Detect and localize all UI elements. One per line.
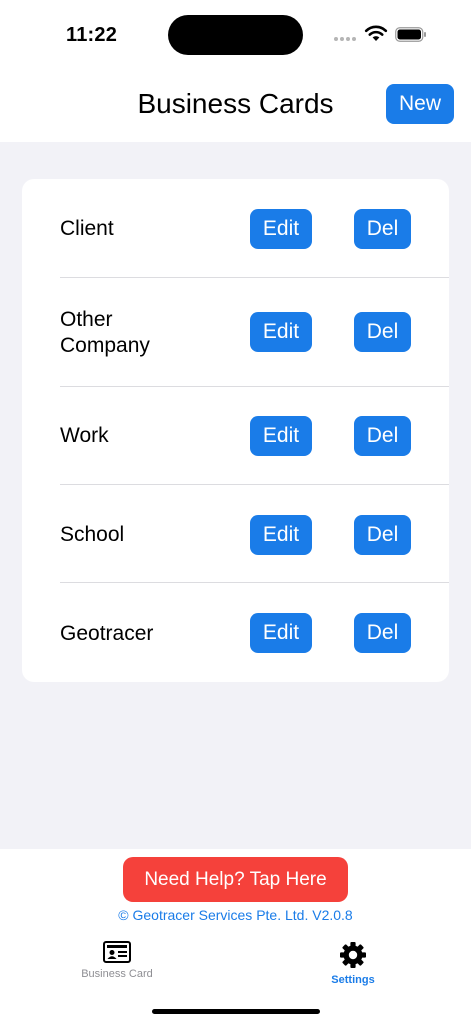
screen: 11:22 Business Cards New Client Edit Del… bbox=[0, 0, 471, 1024]
tab-label: Business Card bbox=[81, 968, 153, 980]
tab-business-card[interactable]: Business Card bbox=[57, 941, 177, 980]
battery-icon bbox=[395, 27, 426, 42]
new-card-button[interactable]: New bbox=[386, 84, 454, 124]
id-card-icon bbox=[103, 941, 131, 963]
footer: Need Help? Tap Here © Geotracer Services… bbox=[0, 849, 471, 1024]
delete-card-button[interactable]: Del bbox=[354, 312, 411, 352]
card-name: Client bbox=[60, 217, 114, 240]
copyright-text: © Geotracer Services Pte. Ltd. V2.0.8 bbox=[118, 907, 353, 923]
navigation-bar: Business Cards New bbox=[0, 70, 471, 142]
dynamic-island bbox=[168, 15, 303, 55]
card-row-school: School Edit Del bbox=[22, 485, 449, 583]
status-bar: 11:22 bbox=[0, 0, 471, 70]
edit-card-button[interactable]: Edit bbox=[250, 515, 312, 555]
edit-card-button[interactable]: Edit bbox=[250, 613, 312, 653]
business-card-list: Client Edit Del Other Company Edit Del W… bbox=[22, 179, 449, 682]
cellular-signal-icon bbox=[334, 37, 356, 41]
card-row-client: Client Edit Del bbox=[22, 179, 449, 278]
delete-card-button[interactable]: Del bbox=[354, 416, 411, 456]
delete-card-button[interactable]: Del bbox=[354, 209, 411, 249]
edit-card-button[interactable]: Edit bbox=[250, 209, 312, 249]
card-row-other-company: Other Company Edit Del bbox=[22, 278, 449, 387]
card-name: Other Company bbox=[60, 308, 150, 357]
tab-settings[interactable]: Settings bbox=[293, 941, 413, 986]
card-name: Work bbox=[60, 424, 109, 447]
edit-card-button[interactable]: Edit bbox=[250, 312, 312, 352]
edit-card-button[interactable]: Edit bbox=[250, 416, 312, 456]
tab-label: Settings bbox=[331, 974, 375, 986]
delete-card-button[interactable]: Del bbox=[354, 613, 411, 653]
status-time: 11:22 bbox=[66, 24, 118, 46]
help-button[interactable]: Need Help? Tap Here bbox=[123, 857, 348, 902]
wifi-icon bbox=[364, 25, 388, 41]
card-name: Geotracer bbox=[60, 622, 154, 645]
card-row-work: Work Edit Del bbox=[22, 387, 449, 485]
card-row-geotracer: Geotracer Edit Del bbox=[22, 583, 449, 682]
card-name: School bbox=[60, 523, 125, 546]
delete-card-button[interactable]: Del bbox=[354, 515, 411, 555]
home-indicator bbox=[152, 1009, 320, 1014]
gear-icon bbox=[340, 942, 366, 968]
